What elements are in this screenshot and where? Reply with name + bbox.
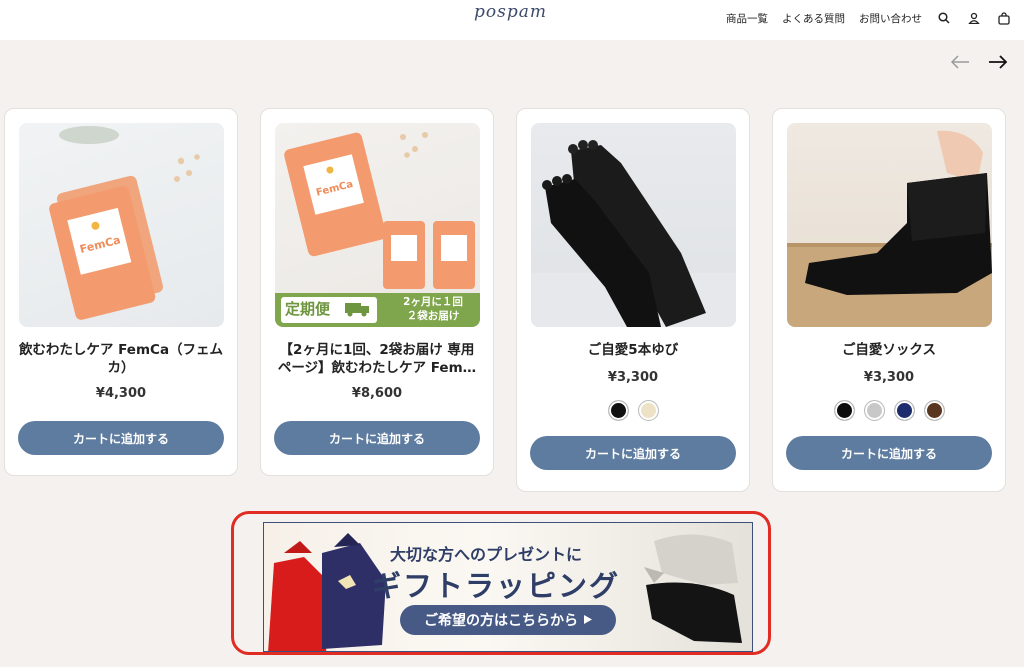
product-card[interactable]: ご自愛5本ゆび ¥3,300 カートに追加する — [516, 108, 750, 492]
carousel-controls — [950, 52, 1008, 72]
product-price: ¥3,300 — [863, 370, 915, 385]
highlighted-banner-outline: 大切な方へのプレゼントに ギフトラッピング ご希望の方はこちらから — [231, 511, 771, 655]
banner-cta-label: ご希望の方はこちらから — [424, 613, 578, 629]
previous-arrow-icon[interactable] — [950, 52, 970, 72]
play-triangle-icon — [584, 612, 592, 628]
product-image[interactable] — [787, 123, 992, 327]
delivery-note-line2: ２袋お届け — [406, 310, 460, 322]
next-arrow-icon[interactable] — [988, 52, 1008, 72]
banner-subheading: 大切な方へのプレゼントに — [390, 545, 583, 564]
delivery-truck-icon — [345, 301, 371, 317]
product-price: ¥3,300 — [607, 370, 659, 385]
search-icon[interactable] — [936, 10, 952, 26]
product-card[interactable]: ご自愛ソックス ¥3,300 カートに追加する — [772, 108, 1006, 492]
color-swatch-navy[interactable] — [893, 400, 915, 421]
site-logo[interactable]: pospam — [474, 2, 547, 22]
product-card[interactable]: FemCa 定期便 2ヶ月に１回 ２袋お届け 【2ヶ月に1回、2袋お届け 専用ペ… — [260, 108, 494, 476]
nav-faq-link[interactable]: よくある質問 — [782, 11, 845, 26]
delivery-note: 2ヶ月に１回 ２袋お届け — [389, 295, 477, 323]
product-price: ¥4,300 — [95, 386, 147, 401]
product-title[interactable]: 【2ヶ月に1回、2袋お届け 専用ページ】飲むわたしケア Fem… — [273, 341, 481, 377]
product-image[interactable] — [531, 123, 736, 327]
add-to-cart-button[interactable]: カートに追加する — [274, 421, 480, 455]
product-card[interactable]: FemCa 飲むわたしケア FemCa（フェムカ） ¥4,300 カートに追加す… — [4, 108, 238, 476]
product-title[interactable]: ご自愛5本ゆび — [529, 341, 737, 359]
main-nav: 商品一覧 よくある質問 お問い合わせ — [726, 0, 1012, 36]
color-swatches — [517, 400, 749, 421]
color-swatch-brown[interactable] — [923, 400, 945, 421]
color-swatches — [773, 400, 1005, 421]
account-icon[interactable] — [966, 10, 982, 26]
site-header: pospam 商品一覧 よくある質問 お問い合わせ — [0, 0, 1024, 40]
banner-heading: ギフトラッピング — [372, 569, 621, 603]
product-price: ¥8,600 — [351, 386, 403, 401]
color-swatch-gray[interactable] — [863, 400, 885, 421]
product-image[interactable]: FemCa — [19, 123, 224, 327]
subscription-badge-label: 定期便 — [285, 300, 331, 318]
nav-products-link[interactable]: 商品一覧 — [726, 11, 768, 26]
add-to-cart-button[interactable]: カートに追加する — [786, 436, 992, 470]
product-image[interactable]: FemCa 定期便 2ヶ月に１回 ２袋お届け — [275, 123, 480, 327]
delivery-note-line1: 2ヶ月に１回 — [403, 296, 463, 308]
cart-bag-icon[interactable] — [996, 10, 1012, 26]
color-swatch-black[interactable] — [607, 400, 629, 421]
color-swatch-black[interactable] — [833, 400, 855, 421]
gift-wrapping-banner[interactable]: 大切な方へのプレゼントに ギフトラッピング ご希望の方はこちらから — [263, 522, 753, 652]
product-title[interactable]: 飲むわたしケア FemCa（フェムカ） — [17, 341, 225, 377]
product-title[interactable]: ご自愛ソックス — [785, 341, 993, 359]
add-to-cart-button[interactable]: カートに追加する — [530, 436, 736, 470]
color-swatch-beige[interactable] — [637, 400, 659, 421]
banner-cta-button[interactable]: ご希望の方はこちらから — [400, 605, 616, 635]
add-to-cart-button[interactable]: カートに追加する — [18, 421, 224, 455]
nav-contact-link[interactable]: お問い合わせ — [859, 11, 922, 26]
